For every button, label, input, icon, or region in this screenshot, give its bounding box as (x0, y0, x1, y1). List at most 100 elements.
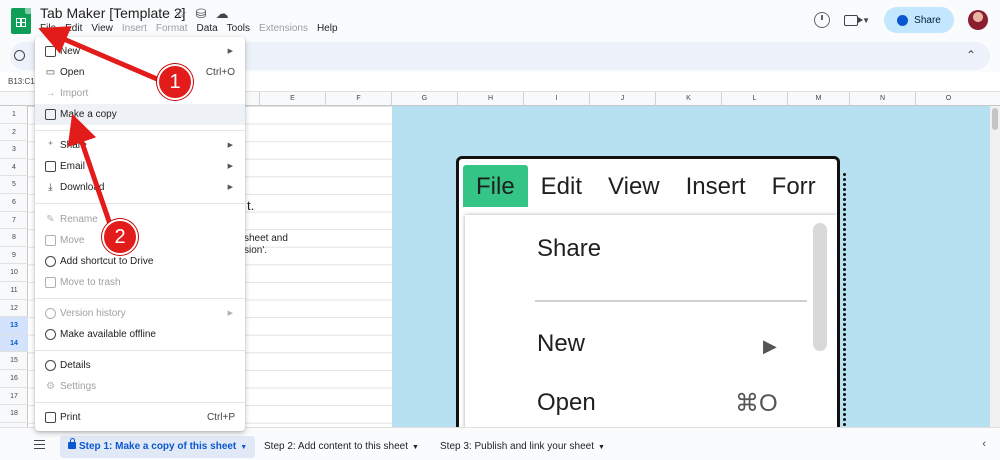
menu-item-open[interactable]: ▭ Open Ctrl+O (35, 62, 245, 83)
title-icons: ☆ ⛁ ☁ (175, 6, 229, 22)
row-header[interactable]: 2 (0, 124, 28, 142)
column-header[interactable]: F (325, 92, 391, 106)
version-history-icon[interactable] (814, 12, 831, 28)
menu-item-share[interactable]: ⁺ Share ▶ (35, 135, 245, 156)
menu-item-download[interactable]: ⤓ Download ▶ (35, 177, 245, 198)
menu-item-rename[interactable]: ✎ Rename (35, 209, 245, 230)
cloud-status-icon[interactable]: ☁ (216, 6, 229, 22)
column-header[interactable]: K (655, 92, 721, 106)
row-header[interactable]: 6 (0, 194, 28, 212)
chevron-down-icon: ▼ (862, 15, 870, 25)
menu-item-print[interactable]: Print Ctrl+P (35, 407, 245, 428)
chevron-down-icon[interactable]: ▼ (240, 444, 247, 451)
column-header[interactable]: I (523, 92, 589, 106)
menu-item-move-trash[interactable]: Move to trash (35, 272, 245, 293)
column-header[interactable]: E (259, 92, 325, 106)
submenu-arrow-icon: ▶ (227, 184, 233, 191)
all-sheets-menu-icon[interactable] (34, 440, 45, 449)
illustration-file-menu: File Edit View Insert Forr Share New ▶ O… (456, 156, 840, 446)
menu-bar: File Edit View Insert Format Data Tools … (40, 23, 338, 34)
row-header[interactable]: 11 (0, 282, 28, 300)
menu-item-label: Settings (60, 381, 97, 392)
menu-item-new[interactable]: New ▶ (35, 41, 245, 62)
menu-item-email[interactable]: Email ▶ (35, 156, 245, 177)
row-header[interactable]: 15 (0, 352, 28, 370)
chevron-down-icon[interactable]: ▼ (412, 444, 419, 451)
row-header[interactable]: 7 (0, 212, 28, 230)
menu-item-label: Print (60, 412, 81, 423)
column-header[interactable]: M (787, 92, 849, 106)
move-folder-icon (45, 235, 56, 246)
menu-item-import[interactable]: → Import (35, 83, 245, 104)
column-header[interactable]: N (849, 92, 915, 106)
row-header[interactable]: 8 (0, 229, 28, 247)
offline-icon (45, 329, 56, 340)
menu-item-label: Import (60, 88, 89, 99)
menu-item-make-copy[interactable]: Make a copy (35, 104, 245, 125)
sheet-tab-step1[interactable]: Step 1: Make a copy of this sheet ▼ (60, 436, 256, 458)
menu-extensions[interactable]: Extensions (259, 23, 308, 34)
menu-view[interactable]: View (91, 23, 113, 34)
row-header[interactable]: 16 (0, 370, 28, 388)
move-folder-icon[interactable]: ⛁ (196, 6, 207, 22)
row-header[interactable]: 9 (0, 247, 28, 265)
star-icon[interactable]: ☆ (175, 6, 187, 22)
row-header[interactable]: 3 (0, 141, 28, 159)
menu-item-label: Move to trash (60, 277, 121, 288)
cell-text-multiline: sheet and sion'. (244, 233, 288, 257)
lock-icon (68, 438, 76, 449)
sheets-logo-icon[interactable] (11, 8, 31, 34)
chevron-left-icon[interactable]: ‹ (982, 438, 986, 450)
chevron-down-icon[interactable]: ▼ (598, 444, 605, 451)
column-header[interactable]: H (457, 92, 523, 106)
row-header-selected[interactable]: 14 (0, 334, 28, 353)
column-header[interactable]: G (391, 92, 457, 106)
trash-icon (45, 277, 56, 288)
row-header[interactable]: 1 (0, 106, 28, 124)
menu-item-label: Download (60, 182, 105, 193)
menu-item-move[interactable]: Move (35, 230, 245, 251)
account-avatar[interactable] (968, 10, 988, 30)
column-header[interactable]: L (721, 92, 787, 106)
rename-icon: ✎ (46, 214, 55, 225)
illustration-menu-insert: Insert (685, 173, 746, 200)
row-header-selected[interactable]: 13 (0, 317, 28, 335)
menu-file[interactable]: File (40, 23, 56, 34)
row-header[interactable]: 5 (0, 176, 28, 194)
meet-button[interactable]: ▼ (844, 14, 870, 26)
import-icon: → (45, 88, 56, 99)
menu-data[interactable]: Data (197, 23, 218, 34)
document-title[interactable]: Tab Maker [Template 2] (40, 5, 186, 21)
menu-item-version-history[interactable]: Version history ▶ (35, 303, 245, 324)
menu-item-details[interactable]: Details (35, 355, 245, 376)
vertical-scrollbar[interactable] (990, 106, 1000, 427)
row-header[interactable]: 18 (0, 405, 28, 423)
menu-edit[interactable]: Edit (65, 23, 82, 34)
menu-tools[interactable]: Tools (227, 23, 250, 34)
row-header[interactable]: 17 (0, 388, 28, 406)
scrollbar-thumb[interactable] (992, 108, 998, 130)
menu-item-settings[interactable]: ⚙ Settings (35, 376, 245, 397)
menu-format[interactable]: Format (156, 23, 188, 34)
row-header[interactable]: 10 (0, 264, 28, 282)
sheet-tab-step3[interactable]: Step 3: Publish and link your sheet ▼ (432, 436, 613, 458)
menu-insert[interactable]: Insert (122, 23, 147, 34)
row-header[interactable]: 4 (0, 159, 28, 177)
collapse-toolbar-icon[interactable]: ⌃ (966, 48, 976, 62)
sheet-tab-step2[interactable]: Step 2: Add content to this sheet ▼ (256, 436, 427, 458)
row-headers: 1 2 3 4 5 6 7 8 9 10 11 12 13 14 15 16 1… (0, 106, 28, 427)
menu-item-label: Add shortcut to Drive (60, 256, 154, 267)
cell-text-line: sion'. (244, 245, 268, 256)
column-header[interactable]: J (589, 92, 655, 106)
menu-help[interactable]: Help (317, 23, 338, 34)
menu-item-add-shortcut[interactable]: Add shortcut to Drive (35, 251, 245, 272)
share-button[interactable]: Share (884, 7, 954, 33)
menu-item-offline[interactable]: Make available offline (35, 324, 245, 345)
email-icon (45, 161, 56, 172)
row-header[interactable]: 12 (0, 300, 28, 318)
info-icon (45, 360, 56, 371)
search-menus-icon[interactable] (14, 50, 25, 61)
gear-icon: ⚙ (46, 381, 55, 392)
dotted-border-decoration (842, 172, 847, 432)
column-header[interactable]: O (915, 92, 981, 106)
